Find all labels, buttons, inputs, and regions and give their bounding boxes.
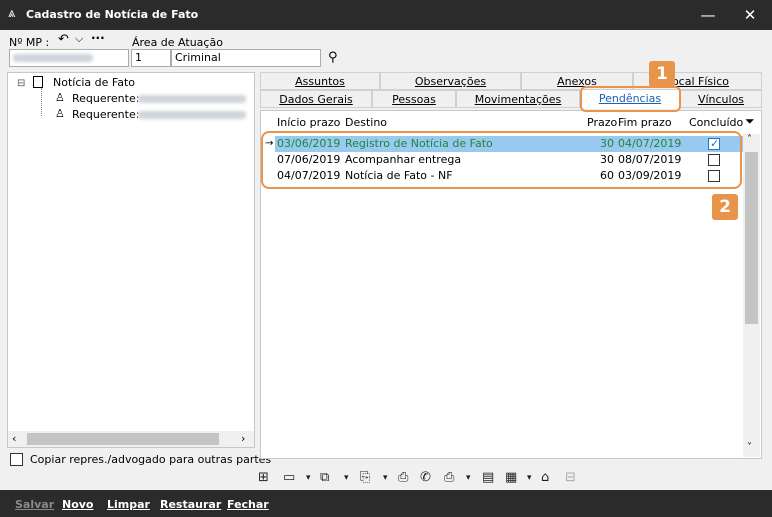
undo-icon[interactable]: ↶ [58,32,69,47]
callout-badge-1: 1 [649,61,675,87]
area-name-input[interactable]: Criminal [171,49,321,67]
disabled-action-icon: ⊟ [565,470,576,485]
fechar-button[interactable]: Fechar [227,498,269,511]
footer-bar: Salvar Novo Limpar Restaurar Fechar [0,490,772,517]
copy-checkbox-label: Copiar repres./advogado para outras part… [30,453,272,466]
copy-documents-icon[interactable]: ⎘ [360,470,370,485]
column-header-destino[interactable]: Destino [345,116,387,129]
dropdown-arrow-icon[interactable]: ▾ [527,473,532,483]
area-code-input[interactable]: 1 [131,49,171,67]
hierarchy-icon[interactable]: ⧉ [320,470,329,485]
triangle-logo-icon: ⩓ [8,6,16,21]
limpar-button[interactable]: Limpar [107,498,150,511]
window-title: Cadastro de Notícia de Fato [26,8,199,21]
column-header-concluido[interactable]: Concluído [689,116,743,129]
column-header-prazo[interactable]: Prazo [587,116,617,129]
tab-observacoes[interactable]: Observações [380,72,521,90]
tab-assuntos[interactable]: Assuntos [260,72,380,90]
callout-box-tab [580,86,681,112]
scroll-down-icon[interactable]: ˅ [747,442,752,453]
clipboard-icon[interactable]: ⎙ [398,470,408,485]
add-record-icon[interactable]: ⊞ [258,470,269,485]
copy-checkbox[interactable] [10,453,23,466]
tree-connector [41,88,43,116]
dropdown-arrow-icon[interactable]: ▾ [383,473,388,483]
filter-icon[interactable]: ⏷ [745,114,755,129]
mp-number-input[interactable] [9,49,129,67]
dropdown-arrow-icon[interactable]: ▾ [344,473,349,483]
tree-root-label[interactable]: Notícia de Fato [53,76,135,89]
person-icon: ♙ [55,107,65,120]
tree-item-requerente[interactable]: Requerente: [72,108,139,121]
title-bar: ⩓ Cadastro de Notícia de Fato — ✕ [0,0,772,30]
callout-box-rows [261,131,742,189]
novo-button[interactable]: Novo [62,498,94,511]
redacted-name [138,95,246,103]
dropdown-arrow-icon[interactable]: ▾ [306,473,311,483]
redacted-name [138,111,246,119]
calendar-icon[interactable]: ▦ [505,470,517,485]
more-icon[interactable]: ··· [91,31,105,45]
column-header-fim[interactable]: Fim prazo [618,116,672,129]
tab-movimentacoes[interactable]: Movimentações [456,90,580,108]
phone-icon[interactable]: ✆ [420,470,431,485]
tab-pessoas[interactable]: Pessoas [372,90,456,108]
tree-item-requerente[interactable]: Requerente: [72,92,139,105]
scroll-thumb[interactable] [27,433,219,445]
column-header-inicio[interactable]: Início prazo [277,116,340,129]
document-icon [33,76,43,88]
collapse-icon[interactable]: ⊟ [17,78,25,89]
callout-badge-2: 2 [712,194,738,220]
person-icon: ♙ [55,91,65,104]
salvar-button[interactable]: Salvar [15,498,54,511]
scroll-up-icon[interactable]: ˄ [747,134,752,145]
tab-vinculos[interactable]: Vínculos [680,90,762,108]
printer-icon[interactable]: ⎙ [444,470,454,485]
tree-panel [7,72,255,448]
scroll-left-icon[interactable]: ‹ [12,432,16,445]
scroll-right-icon[interactable]: › [241,432,245,445]
tab-dados-gerais[interactable]: Dados Gerais [260,90,372,108]
search-icon[interactable]: ⚲ [328,50,338,65]
minimize-button[interactable]: — [686,0,730,30]
dropdown-arrow-icon[interactable]: ▾ [466,473,471,483]
area-label: Área de Atuação [132,36,223,49]
restaurar-button[interactable]: Restaurar [160,498,221,511]
chevron-down-icon[interactable]: ⌵ [75,32,83,46]
folder-icon[interactable]: ▭ [283,470,295,485]
redacted-value [13,54,93,62]
label-icon[interactable]: ⌂ [541,470,549,485]
print-preview-icon[interactable]: ▤ [482,470,494,485]
scroll-thumb[interactable] [745,152,758,324]
mp-label: Nº MP : [9,36,50,49]
close-button[interactable]: ✕ [728,0,772,30]
